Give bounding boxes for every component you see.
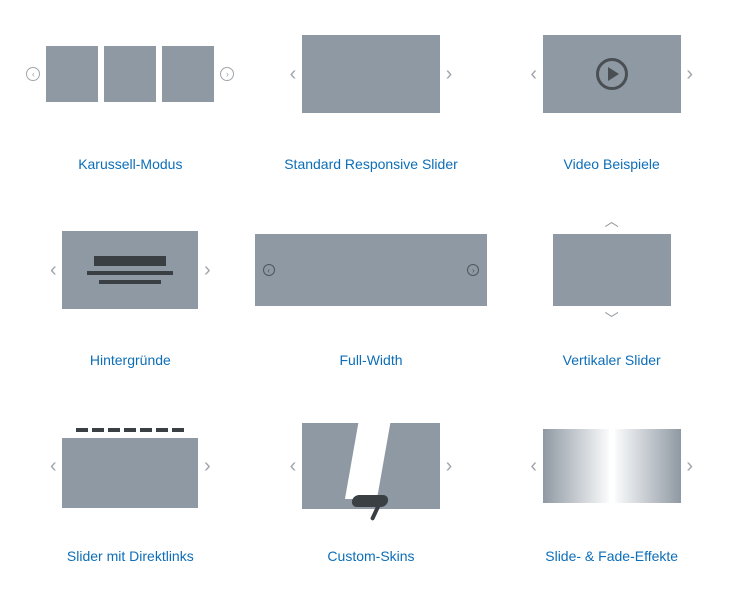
demo-cell-skins: ‹ › Custom-Skins	[251, 402, 492, 598]
pagination-dots-icon	[76, 428, 184, 432]
fade-boxes	[543, 429, 681, 503]
prev-icon[interactable]: ‹	[44, 456, 62, 476]
up-icon[interactable]: ︿	[605, 214, 619, 228]
fullwidth-thumb[interactable]: ‹ ›	[255, 210, 488, 330]
background-box	[62, 231, 198, 309]
slide-box	[104, 46, 156, 102]
directlinks-thumb[interactable]: ‹ ›	[14, 406, 247, 526]
text-bar-icon	[99, 280, 161, 284]
paint-roller-icon	[351, 495, 389, 507]
next-icon[interactable]: ›	[681, 456, 699, 476]
slide-box	[46, 46, 98, 102]
demo-cell-fullwidth: ‹ › Full-Width	[251, 206, 492, 402]
prev-icon[interactable]: ‹	[263, 264, 275, 276]
slide-box	[553, 234, 671, 306]
demo-cell-karussell: ‹ › Karussell-Modus	[10, 10, 251, 206]
fullwidth-box: ‹ ›	[255, 234, 488, 306]
next-icon[interactable]: ›	[440, 456, 458, 476]
slide-box	[62, 438, 198, 508]
caption-backgrounds[interactable]: Hintergründe	[90, 352, 171, 368]
caption-effects[interactable]: Slide- & Fade-Effekte	[545, 548, 678, 564]
skin-box	[302, 423, 440, 509]
slide-box	[162, 46, 214, 102]
next-icon[interactable]: ›	[467, 264, 479, 276]
demo-cell-effects: ‹ › Slide- & Fade-Effekte	[491, 402, 732, 598]
karussell-thumb[interactable]: ‹ ›	[14, 14, 247, 134]
next-icon[interactable]: ›	[681, 64, 699, 84]
demo-cell-directlinks: ‹ › Slider mit Direktlinks	[10, 402, 251, 598]
caption-skins[interactable]: Custom-Skins	[327, 548, 414, 564]
caption-karussell[interactable]: Karussell-Modus	[78, 156, 182, 172]
text-bar-icon	[94, 256, 166, 266]
caption-video[interactable]: Video Beispiele	[564, 156, 660, 172]
demo-grid: ‹ › Karussell-Modus ‹ › Standard Respons…	[10, 10, 732, 598]
prev-icon[interactable]: ‹	[44, 260, 62, 280]
prev-icon[interactable]: ‹	[525, 64, 543, 84]
fade-box-right	[615, 429, 681, 503]
demo-cell-video: ‹ › Video Beispiele	[491, 10, 732, 206]
video-box	[543, 35, 681, 113]
prev-icon[interactable]: ‹	[284, 456, 302, 476]
fade-box-left	[543, 429, 609, 503]
demo-cell-standard: ‹ › Standard Responsive Slider	[251, 10, 492, 206]
play-icon	[596, 58, 628, 90]
caption-standard[interactable]: Standard Responsive Slider	[284, 156, 458, 172]
next-icon[interactable]: ›	[198, 456, 216, 476]
skins-thumb[interactable]: ‹ ›	[255, 406, 488, 526]
caption-directlinks[interactable]: Slider mit Direktlinks	[67, 548, 194, 564]
demo-cell-vertical: ︿ ﹀ Vertikaler Slider	[491, 206, 732, 402]
standard-thumb[interactable]: ‹ ›	[255, 14, 488, 134]
next-icon[interactable]: ›	[198, 260, 216, 280]
down-icon[interactable]: ﹀	[605, 312, 619, 326]
karussell-slides	[46, 46, 214, 102]
paint-sheet-icon	[345, 419, 391, 499]
video-thumb[interactable]: ‹ ›	[495, 14, 728, 134]
slide-box	[302, 35, 440, 113]
demo-cell-backgrounds: ‹ › Hintergründe	[10, 206, 251, 402]
backgrounds-thumb[interactable]: ‹ ›	[14, 210, 247, 330]
next-icon[interactable]: ›	[220, 67, 234, 81]
effects-thumb[interactable]: ‹ ›	[495, 406, 728, 526]
prev-icon[interactable]: ‹	[284, 64, 302, 84]
caption-vertical[interactable]: Vertikaler Slider	[563, 352, 661, 368]
text-bar-icon	[87, 271, 173, 275]
next-icon[interactable]: ›	[440, 64, 458, 84]
prev-icon[interactable]: ‹	[525, 456, 543, 476]
vertical-thumb[interactable]: ︿ ﹀	[495, 210, 728, 330]
caption-fullwidth[interactable]: Full-Width	[339, 352, 402, 368]
prev-icon[interactable]: ‹	[26, 67, 40, 81]
